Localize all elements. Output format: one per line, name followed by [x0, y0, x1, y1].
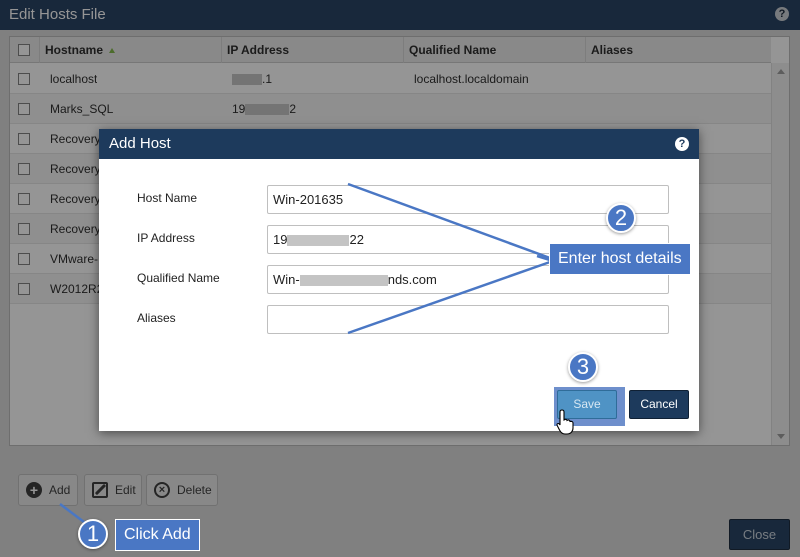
ip-suffix: .1 — [262, 72, 273, 86]
redacted-mask — [299, 275, 388, 287]
ip-cell: .1 — [232, 64, 272, 94]
hostname-cell: W2012R2 — [50, 282, 104, 296]
step-2-callout: Enter host details — [549, 243, 691, 275]
row-checkbox[interactable] — [18, 253, 30, 265]
column-header-label: IP Address — [227, 43, 290, 57]
hostname-cell: Recovery — [50, 162, 101, 176]
add-host-dialog: Add Host ? Host Name IP Address 19 22 Qua… — [99, 129, 699, 431]
dialog-titlebar: Add Host ? — [99, 129, 699, 159]
add-button[interactable]: + Add — [18, 474, 78, 506]
redacted-mask — [245, 104, 290, 116]
delete-icon: × — [154, 482, 170, 498]
column-header-aliases[interactable]: Aliases — [585, 37, 771, 63]
redacted-mask — [232, 74, 262, 86]
hostname-cell: Recovery — [50, 132, 101, 146]
ip-suffix: 2 — [289, 102, 297, 116]
ip-prefix: 19 — [232, 102, 246, 116]
qualified-value-suffix: nds.com — [387, 272, 437, 287]
table-row[interactable]: localhost .1 localhost.localdomain — [10, 64, 771, 94]
help-icon[interactable]: ? — [775, 7, 789, 21]
ip-cell: 19 2 — [232, 94, 296, 124]
row-checkbox[interactable] — [18, 283, 30, 295]
ip-address-label: IP Address — [137, 231, 195, 245]
edit-button-label: Edit — [115, 483, 136, 497]
window-title: Edit Hosts File — [9, 6, 106, 23]
hostname-cell: localhost — [50, 72, 98, 86]
delete-button[interactable]: × Delete — [146, 474, 218, 506]
hostname-cell: Recovery — [50, 222, 101, 236]
step-1-callout: Click Add — [115, 519, 200, 551]
aliases-input[interactable] — [267, 305, 669, 334]
qualified-name-cell: localhost.localdomain — [414, 72, 529, 86]
cancel-button[interactable]: Cancel — [629, 390, 689, 419]
row-checkbox[interactable] — [18, 193, 30, 205]
hostname-cell: Marks_SQL — [50, 102, 114, 116]
qualified-name-label: Qualified Name — [137, 271, 220, 285]
column-header-label: Aliases — [591, 43, 634, 57]
pointer-hand-icon — [556, 409, 574, 435]
row-checkbox[interactable] — [18, 73, 30, 85]
dialog-title: Add Host — [109, 135, 171, 152]
column-header-label: Qualified Name — [409, 43, 497, 57]
step-3-marker: 3 — [568, 352, 598, 382]
edit-icon — [92, 482, 108, 498]
hostname-cell: VMware- — [50, 252, 99, 266]
row-checkbox[interactable] — [18, 133, 30, 145]
edit-button[interactable]: Edit — [84, 474, 142, 506]
vertical-scrollbar[interactable] — [771, 63, 789, 445]
delete-button-label: Delete — [177, 483, 212, 497]
qualified-value-prefix: Win- — [273, 272, 300, 287]
table-row[interactable]: Marks_SQL 19 2 — [10, 94, 771, 124]
sort-ascending-icon — [109, 48, 116, 54]
plus-circle-icon: + — [26, 482, 42, 498]
column-header-label: Hostname — [45, 43, 104, 57]
scroll-down-icon[interactable] — [777, 434, 785, 439]
hostname-cell: Recovery — [50, 192, 101, 206]
window-titlebar: Edit Hosts File ? — [0, 0, 800, 30]
column-header-qualified-name[interactable]: Qualified Name — [403, 37, 585, 63]
select-all-checkbox[interactable] — [18, 44, 30, 56]
ip-value-suffix: 22 — [349, 232, 364, 247]
add-button-label: Add — [49, 483, 71, 497]
scroll-up-icon[interactable] — [777, 69, 785, 74]
step-2-marker: 2 — [606, 203, 636, 233]
row-checkbox[interactable] — [18, 163, 30, 175]
aliases-label: Aliases — [137, 311, 176, 325]
row-checkbox[interactable] — [18, 103, 30, 115]
table-header: Hostname IP Address Qualified Name Alias… — [10, 37, 771, 63]
host-name-label: Host Name — [137, 191, 198, 205]
ip-value-prefix: 19 — [273, 232, 288, 247]
step-1-marker: 1 — [78, 519, 108, 549]
close-button[interactable]: Close — [729, 519, 790, 550]
column-header-hostname[interactable]: Hostname — [39, 37, 221, 63]
help-icon[interactable]: ? — [675, 137, 689, 151]
row-checkbox[interactable] — [18, 223, 30, 235]
redacted-mask — [287, 235, 350, 247]
column-header-ip-address[interactable]: IP Address — [221, 37, 403, 63]
